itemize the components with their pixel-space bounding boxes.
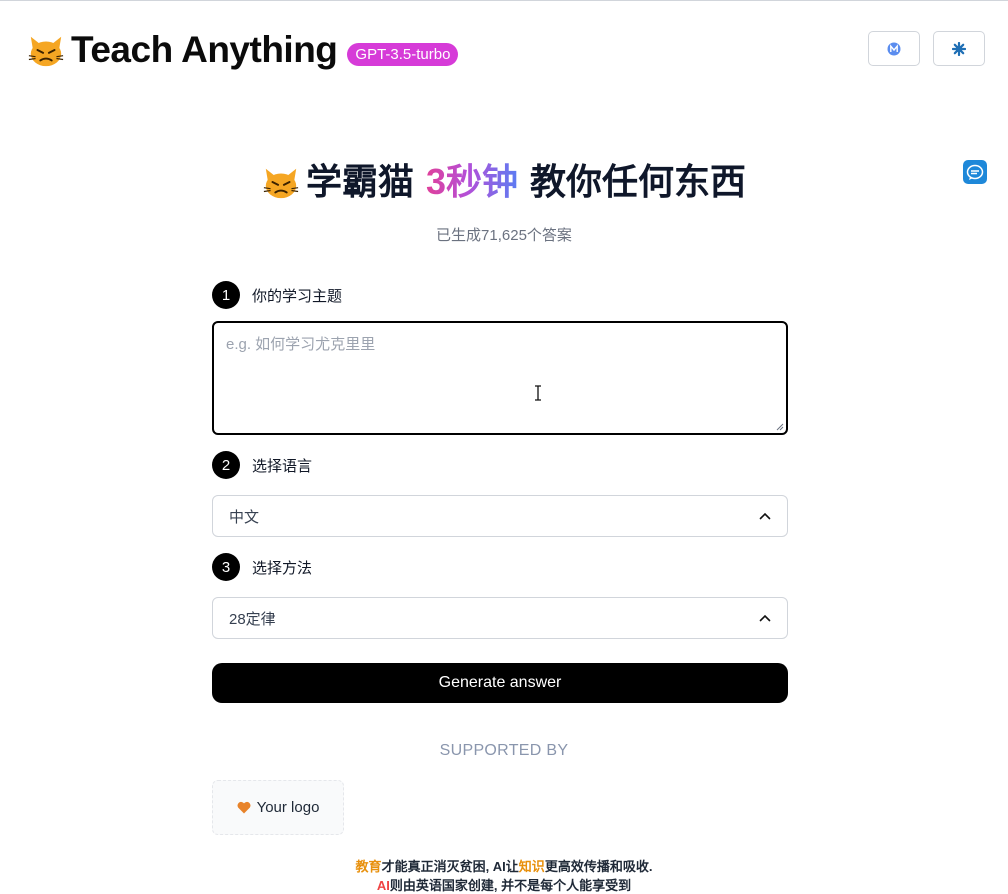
settings-button[interactable] [933,31,985,66]
language-selected-value: 中文 [229,508,260,526]
step-1-header: 1 你的学习主题 [212,281,342,309]
sponsor-logo-card[interactable]: Your logo [212,780,344,835]
step-2-header: 2 选择语言 [212,451,312,479]
method-selected-value: 28定律 [229,610,276,628]
hero-suffix: 教你任何东西 [530,161,747,202]
footer-text: 更高效传播和吸收. [544,859,653,874]
m-logo-icon [887,42,901,55]
heart-icon [237,801,251,814]
window-top-border [0,0,1008,1]
text-cursor-icon [535,385,541,401]
cat-face-icon [28,36,64,67]
sponsor-logo-text: Your logo [256,799,320,816]
generate-answer-button[interactable]: Generate answer [212,663,788,703]
step-label: 选择语言 [252,457,313,475]
hero-prefix: 学霸猫 [305,161,414,202]
topic-field[interactable] [212,321,788,435]
chevron-up-icon [759,614,771,622]
m-logo-button[interactable] [868,31,920,66]
footer-highlight: AI [376,878,390,893]
resize-handle-icon[interactable] [776,423,784,431]
settings-icon [952,41,966,56]
hero-accent: 3秒钟 [425,161,519,202]
hero-headline: 学霸猫 3秒钟 教你任何东西 [0,160,1008,206]
footer-text: 才能真正消灭贫困, AI让 [381,859,519,874]
footer-text: 则由英语国家创建, 并不是每个人能享受到 [389,878,632,893]
cat-face-icon [263,168,299,199]
language-select[interactable]: 中文 [212,495,788,537]
model-badge: GPT-3.5-turbo [347,42,459,66]
step-number-badge: 3 [212,553,240,581]
step-label: 你的学习主题 [252,287,343,305]
step-number-badge: 1 [212,281,240,309]
answer-counter: 已生成71,625个答案 [436,227,572,244]
topic-input[interactable] [214,323,786,433]
footer-line-1: 教育才能真正消灭贫困, AI让知识更高效传播和吸收. [0,856,1008,875]
brand[interactable]: Teach Anything GPT-3.5-turbo [27,28,459,72]
chevron-up-icon [759,512,771,520]
supported-by-heading: SUPPORTED BY [439,742,569,759]
step-label: 选择方法 [252,559,313,577]
step-number-badge: 2 [212,451,240,479]
app-title: Teach Anything [71,29,338,70]
footer-highlight: 知识 [518,859,545,874]
method-select[interactable]: 28定律 [212,597,788,639]
step-3-header: 3 选择方法 [212,553,312,581]
footer-highlight: 教育 [355,859,382,874]
